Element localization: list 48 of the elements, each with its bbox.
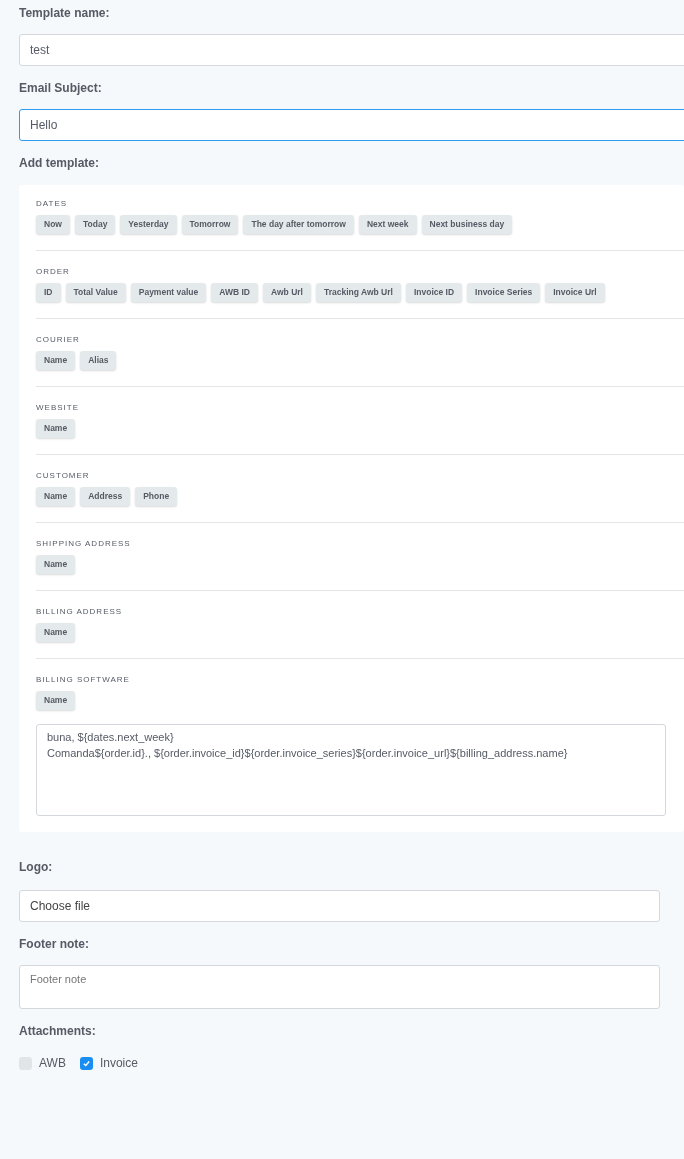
checkbox-label: AWB [39, 1055, 66, 1072]
field-label: Logo: [19, 859, 54, 876]
variable-tag[interactable]: Now [36, 215, 70, 234]
group-title: DATES [36, 199, 69, 209]
variable-tag[interactable]: Total Value [65, 283, 126, 302]
variable-tag[interactable]: ID [36, 283, 61, 302]
variable-tag[interactable]: The day after tomorrow [243, 215, 354, 234]
email-subject-input[interactable]: Hello [19, 109, 684, 141]
checkmark-icon [81, 1058, 91, 1068]
group-title: CUSTOMER [36, 471, 91, 481]
variable-tag[interactable]: Yesterday [120, 215, 177, 234]
footer-note-textarea[interactable]: Footer note [19, 965, 660, 1009]
group-title: COURIER [36, 335, 81, 345]
variable-tag[interactable]: Name [36, 351, 76, 370]
variable-tag[interactable]: Name [36, 691, 76, 710]
variable-tag[interactable]: Awb Url [263, 283, 311, 302]
variable-tag[interactable]: Tomorrow [181, 215, 239, 234]
variable-tag[interactable]: Today [74, 215, 116, 234]
variable-tag[interactable]: Payment value [130, 283, 207, 302]
checkbox-label: Invoice [99, 1055, 138, 1072]
variable-tag[interactable]: AWB ID [211, 283, 258, 302]
group-title: BILLING ADDRESS [36, 607, 124, 617]
variable-tag[interactable]: Invoice ID [405, 283, 463, 302]
field-label: Attachments: [19, 1023, 97, 1040]
field-label: Template name: [19, 5, 111, 22]
group-title: ORDER [36, 267, 71, 277]
variable-tag[interactable]: Invoice Url [545, 283, 605, 302]
variable-tag[interactable]: Address [80, 487, 131, 506]
variable-tag[interactable]: Name [36, 623, 76, 642]
template-body-textarea[interactable]: buna, ${dates.next_week} Comanda${order.id}., ${order.invoice_id}${order.invoice_series}${order.invoice_url}${billing_address.name} [36, 724, 666, 816]
variable-tag[interactable]: Next week [358, 215, 417, 234]
variable-tag[interactable]: Name [36, 487, 76, 506]
field-label: Email Subject: [19, 80, 103, 97]
choose-file-button[interactable]: Choose file [19, 890, 660, 922]
variable-tag[interactable]: Next business day [421, 215, 513, 234]
variable-tag[interactable]: Alias [80, 351, 117, 370]
template-name-input[interactable]: test [19, 34, 684, 66]
field-label: Add template: [19, 155, 100, 172]
field-label: Footer note: [19, 936, 90, 953]
variable-tag[interactable]: Tracking Awb Url [315, 283, 401, 302]
variable-tag[interactable]: Name [36, 555, 76, 574]
variable-tag[interactable]: Name [36, 419, 76, 438]
variable-tag[interactable]: Invoice Series [467, 283, 541, 302]
variable-tag[interactable]: Phone [135, 487, 178, 506]
group-title: BILLING SOFTWARE [36, 675, 131, 685]
checkbox[interactable] [79, 1056, 93, 1070]
group-title: SHIPPING ADDRESS [36, 539, 132, 549]
group-title: WEBSITE [36, 403, 80, 413]
